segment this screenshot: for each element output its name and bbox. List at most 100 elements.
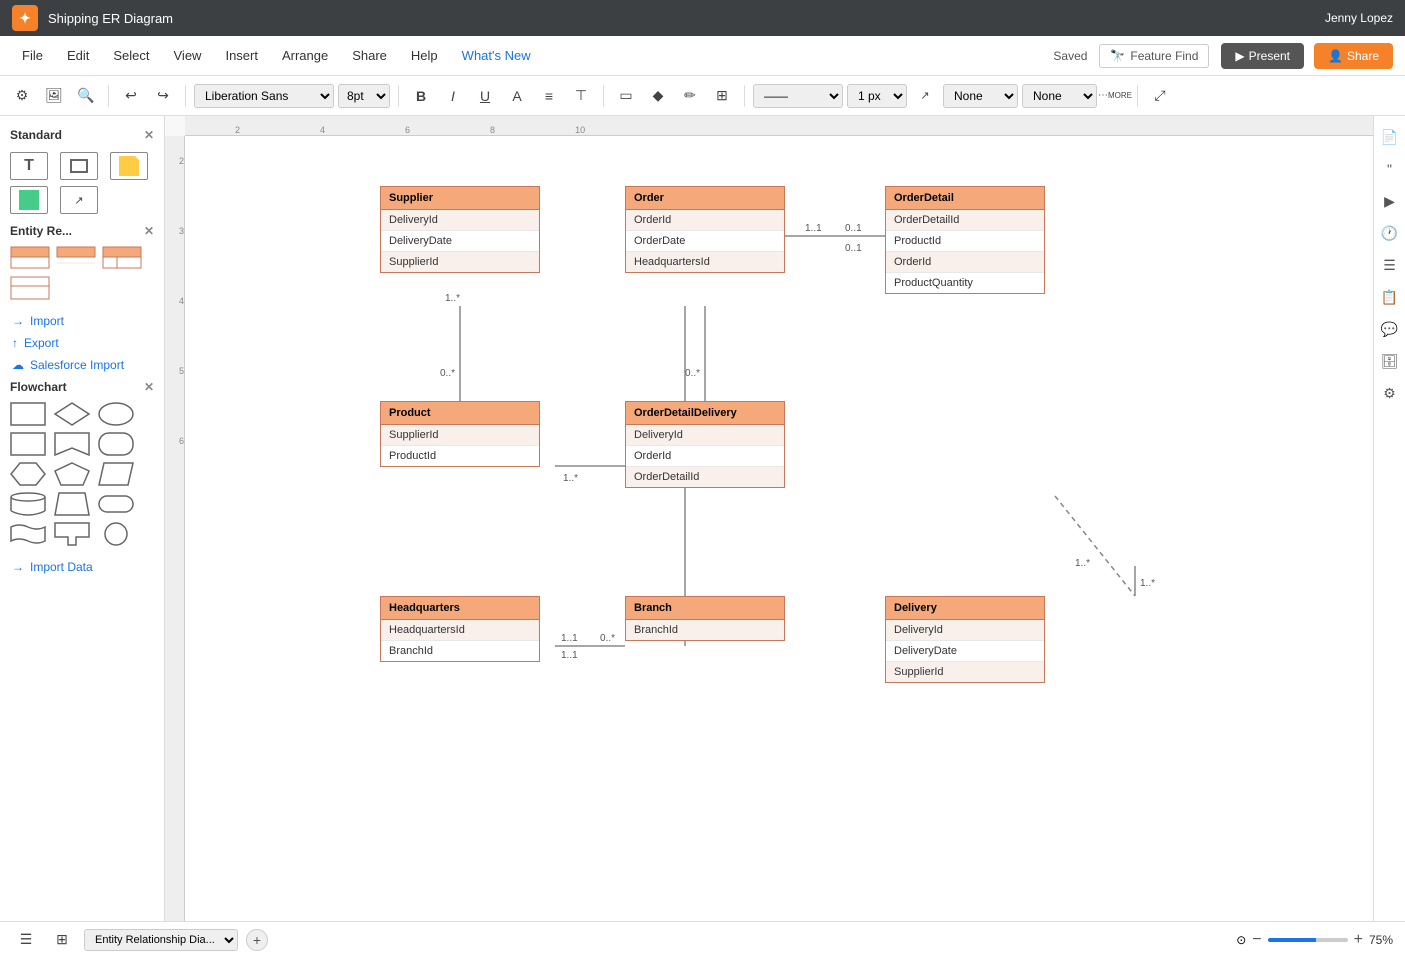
right-db-btn[interactable]: 🗄 [1377, 348, 1403, 374]
import-data-btn[interactable]: → Import Data [0, 556, 164, 578]
menu-view[interactable]: View [164, 44, 212, 67]
fc-rect2[interactable] [10, 432, 46, 456]
entity-close-btn[interactable]: ✕ [144, 224, 154, 238]
fc-diamond[interactable] [54, 402, 90, 426]
present-button[interactable]: ▶ Present [1221, 43, 1304, 69]
entity-product[interactable]: Product SupplierId ProductId [380, 401, 540, 467]
none2-select[interactable]: None [1022, 84, 1097, 108]
text-format-btn[interactable]: ⊤ [567, 82, 595, 110]
canvas-area[interactable]: 2 4 6 8 10 2 3 4 5 6 0..* 1..* [165, 116, 1373, 921]
right-chat-btn[interactable]: 💬 [1377, 316, 1403, 342]
canvas[interactable]: 0..* 1..* 1..1 0..1 0..1 0..* 1..* 1.. [185, 136, 1373, 921]
entity-delivery[interactable]: Delivery DeliveryId DeliveryDate Supplie… [885, 596, 1045, 683]
right-quote-btn[interactable]: " [1377, 156, 1403, 182]
entity-orderdetaildelivery[interactable]: OrderDetailDelivery DeliveryId OrderId O… [625, 401, 785, 488]
fc-penta[interactable] [54, 462, 90, 486]
rect-shape[interactable] [60, 152, 98, 180]
line-style-select[interactable]: —— [753, 84, 843, 108]
fc-trap[interactable] [54, 492, 90, 516]
size-select[interactable]: 8pt [338, 84, 390, 108]
feature-find-btn[interactable]: 🔭 Feature Find [1099, 44, 1209, 68]
entity-headquarters[interactable]: Headquarters HeadquartersId BranchId [380, 596, 540, 662]
menu-help[interactable]: Help [401, 44, 448, 67]
menu-edit[interactable]: Edit [57, 44, 99, 67]
plugins-btn[interactable]: ⚙ [8, 82, 36, 110]
entity-orderdetail[interactable]: OrderDetail OrderDetailId ProductId Orde… [885, 186, 1045, 294]
tab-select[interactable]: Entity Relationship Dia... [84, 929, 238, 951]
more-btn[interactable]: ⋯MORE [1101, 82, 1129, 110]
zoom-out-btn[interactable]: − [1252, 931, 1261, 949]
menu-select[interactable]: Select [103, 44, 159, 67]
fc-rounded2[interactable] [98, 492, 134, 516]
menu-insert[interactable]: Insert [215, 44, 268, 67]
fill-btn[interactable]: ◆ [644, 82, 672, 110]
titlebar: ✦ Shipping ER Diagram Jenny Lopez [0, 0, 1405, 36]
erd-shapes [0, 242, 164, 310]
grid-view-btn[interactable]: ⊞ [48, 926, 76, 954]
right-clock-btn[interactable]: 🕐 [1377, 220, 1403, 246]
flowchart-close-btn[interactable]: ✕ [144, 380, 154, 394]
list-view-btn[interactable]: ☰ [12, 926, 40, 954]
add-tab-btn[interactable]: + [246, 929, 268, 951]
right-layers-btn[interactable]: ☰ [1377, 252, 1403, 278]
share-button[interactable]: 👤 Share [1314, 43, 1393, 69]
right-media-btn[interactable]: ▶ [1377, 188, 1403, 214]
export-btn[interactable]: ↑ Export [0, 332, 164, 354]
font-select[interactable]: Liberation Sans [194, 84, 334, 108]
note-shape[interactable] [110, 152, 148, 180]
fc-rect[interactable] [10, 402, 46, 426]
px-select[interactable]: 1 px [847, 84, 907, 108]
right-doc-btn[interactable]: 📋 [1377, 284, 1403, 310]
fc-circle[interactable] [98, 522, 134, 546]
entity-order[interactable]: Order OrderId OrderDate HeadquartersId [625, 186, 785, 273]
standard-close-btn[interactable]: ✕ [144, 128, 154, 142]
menu-arrange[interactable]: Arrange [272, 44, 338, 67]
fc-cyl[interactable] [10, 492, 46, 516]
line-btn[interactable]: ✏ [676, 82, 704, 110]
import-btn[interactable]: → Import [0, 310, 164, 332]
fc-rounded[interactable] [98, 432, 134, 456]
italic-btn[interactable]: I [439, 82, 467, 110]
supplier-field-2: DeliveryDate [381, 231, 539, 252]
erd-shape1[interactable] [10, 246, 50, 270]
erd-shape3[interactable] [102, 246, 142, 270]
menu-share[interactable]: Share [342, 44, 397, 67]
entity-supplier[interactable]: Supplier DeliveryId DeliveryDate Supplie… [380, 186, 540, 273]
entity-branch[interactable]: Branch BranchId [625, 596, 785, 641]
extra-btn[interactable]: ⊞ [708, 82, 736, 110]
redo-btn[interactable]: ↪ [149, 82, 177, 110]
fc-arrow-down[interactable] [54, 522, 90, 546]
menubar: File Edit Select View Insert Arrange Sha… [0, 36, 1405, 76]
fc-bookmark[interactable] [54, 432, 90, 456]
bold-btn[interactable]: B [407, 82, 435, 110]
font-color-btn[interactable]: A [503, 82, 531, 110]
fc-wave[interactable] [10, 522, 46, 546]
fc-oval[interactable] [98, 402, 134, 426]
flowchart-panel-header: Flowchart ✕ [0, 376, 164, 398]
connector-btn[interactable]: ↗ [911, 82, 939, 110]
order-field-1: OrderId [626, 210, 784, 231]
fc-para[interactable] [98, 462, 134, 486]
zoom-slider[interactable] [1268, 938, 1348, 942]
svg-text:1..*: 1..* [563, 473, 578, 484]
right-settings-btn[interactable]: ⚙ [1377, 380, 1403, 406]
shape-btn[interactable]: ▭ [612, 82, 640, 110]
menu-file[interactable]: File [12, 44, 53, 67]
fc-hex[interactable] [10, 462, 46, 486]
align-btn[interactable]: ≡ [535, 82, 563, 110]
erd-shape4[interactable] [10, 276, 50, 300]
none1-select[interactable]: None [943, 84, 1018, 108]
menu-whats-new[interactable]: What's New [452, 44, 541, 67]
search-btn[interactable]: 🔍 [72, 82, 100, 110]
underline-btn[interactable]: U [471, 82, 499, 110]
zoom-in-btn[interactable]: + [1354, 931, 1363, 949]
green-shape[interactable] [10, 186, 48, 214]
arrow-shape[interactable]: ↗ [60, 186, 98, 214]
text-shape[interactable]: T [10, 152, 48, 180]
right-page-btn[interactable]: 📄 [1377, 124, 1403, 150]
erd-shape2[interactable] [56, 246, 96, 270]
salesforce-btn[interactable]: ☁ Salesforce Import [0, 354, 164, 376]
fullscreen-btn[interactable]: ⤢ [1146, 82, 1174, 110]
undo-btn[interactable]: ↩ [117, 82, 145, 110]
image-btn[interactable]: 🖼 [40, 82, 68, 110]
